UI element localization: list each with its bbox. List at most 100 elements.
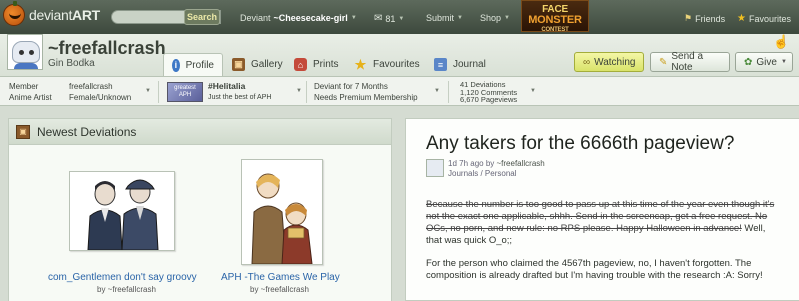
group-info: #Helitalia Just the best of APH [208,81,271,103]
group-desc: Just the best of APH [208,94,272,101]
messages-link[interactable]: ✉ 81 ▼ [374,13,404,24]
watching-button[interactable]: ∞ Watching [574,52,644,72]
avatar[interactable] [7,34,43,70]
watch-icon: ∞ [583,56,591,68]
envelope-icon: ✉ [374,13,383,24]
top-bar: deviantART Search Deviant ~Cheesecake-gi… [0,0,799,34]
deviantart-logo[interactable]: deviantART [3,1,100,26]
submit-label: Submit [426,13,455,23]
member-label: Member [9,82,39,91]
gender-value: Female/Unknown [69,93,132,102]
favourites-label: Favourites [748,13,791,24]
chevron-down-icon[interactable]: ▼ [145,88,151,94]
shop-link[interactable]: Shop ▼ [480,13,510,23]
gallery-icon: ▣ [232,58,245,71]
deviation-thumbnail[interactable] [69,171,175,251]
friends-label: Friends [695,13,726,24]
deviation-title[interactable]: APH -The Games We Play [221,272,340,283]
journal-author[interactable]: ~freefallcrash [497,159,545,168]
chevron-down-icon: ▼ [504,15,510,21]
journal-category[interactable]: Journals [448,169,478,178]
panel-header: ▣ Newest Deviations [9,119,391,145]
journal-subcategory[interactable]: Personal [485,169,517,178]
frame-icon: ▣ [16,124,30,139]
user-prefix: Deviant [240,13,271,23]
membership: Needs Premium Membership [314,93,418,102]
tab-prints[interactable]: ⌂ Prints [286,53,347,76]
chevron-down-icon[interactable]: ▼ [296,88,302,94]
tab-journal[interactable]: ≡ Journal [426,53,494,76]
deviant-info: Deviant for 7 Months Needs Premium Membe… [314,81,418,103]
journal-time: 1d 7h ago by [448,159,495,168]
send-note-label: Send a Note [671,51,704,73]
tab-gallery[interactable]: ▣ Gallery [224,53,291,76]
aph-artwork [242,160,322,265]
tab-label: Profile [185,59,214,71]
deviation-author[interactable]: by ~freefallcrash [97,285,156,294]
contest-banner[interactable]: FACE MONSTER CONTEST [521,0,589,33]
prints-icon: ⌂ [294,58,307,71]
logo-left-text: deviant [29,7,73,23]
journal-title[interactable]: Any takers for the 6666th pageview? [426,133,734,155]
search-button[interactable]: Search [184,9,220,25]
chevron-down-icon: ▼ [457,15,463,21]
pumpkin-icon [3,1,25,26]
gift-icon: ✿ [744,56,753,68]
deviation-thumbnail[interactable] [241,159,323,265]
journal-struck-text: Because the number is too good to pass u… [426,199,775,234]
deviation-title[interactable]: com_Gentlemen don't say groovy [48,272,197,283]
gentlemen-artwork [70,172,174,251]
logo-right-text: ART [72,7,100,23]
tab-favourites[interactable]: ★ Favourites [346,53,428,76]
role-label: Anime Artist [9,93,52,102]
chevron-down-icon: ▼ [350,15,357,21]
pageviews-count: 6,670 Pageviews [460,95,518,104]
friends-icon: ⚑ [684,13,693,23]
chevron-down-icon[interactable]: ▼ [530,88,536,94]
send-note-button[interactable]: ✎ Send a Note [650,51,730,73]
deviation-author[interactable]: by ~freefallcrash [250,285,309,294]
group-thumbnail[interactable]: greatest APH [167,82,203,102]
profile-header: ~freefallcrash Gin Bodka i Profile ▣ Gal… [0,34,799,76]
submit-link[interactable]: Submit ▼ [426,13,463,23]
user-menu[interactable]: Deviant ~Cheesecake-girl ▼ [240,13,357,23]
group-name[interactable]: #Helitalia [208,81,271,92]
give-button[interactable]: ✿ Give ▼ [735,52,793,72]
panel-title: Newest Deviations [37,124,137,139]
member-info: Member Anime Artist [9,81,52,103]
chevron-down-icon: ▼ [780,59,787,65]
chevron-down-icon: ▼ [398,15,405,22]
journal-paragraph: For the person who claimed the 4567th pa… [426,258,763,281]
journal-meta: 1d 7h ago by ~freefallcrash Journals / P… [448,159,545,178]
member-details: freefallcrash Female/Unknown [69,81,131,103]
tab-profile[interactable]: i Profile [163,53,223,76]
stats-info: 41 Deviations 1,120 Comments 6,670 Pagev… [460,81,517,104]
hand-icon[interactable]: ☝ [773,34,789,50]
profile-name: ~freefallcrash [48,38,166,58]
shop-label: Shop [480,13,502,23]
member-value: freefallcrash [69,82,113,91]
tab-label: Favourites [373,59,420,70]
journal-avatar[interactable] [426,159,444,177]
tab-label: Gallery [251,59,283,70]
give-label: Give [756,56,777,68]
newest-deviations-panel: ▣ Newest Deviations com_Gentlemen don't … [8,118,392,301]
deviant-for: Deviant for 7 Months [314,82,388,91]
info-icon: i [172,58,180,72]
tab-label: Prints [313,59,339,70]
watching-label: Watching [594,56,636,68]
star-icon: ★ [354,56,367,72]
star-icon: ★ [737,13,746,24]
note-icon: ✎ [659,56,668,68]
journal-panel: Any takers for the 6666th pageview? 1d 7… [405,118,799,301]
info-strip: Member Anime Artist freefallcrash Female… [0,76,799,106]
messages-count: 81 [385,13,396,24]
friends-link[interactable]: ⚑ Friends [684,13,725,24]
journal-icon: ≡ [434,58,447,71]
chevron-down-icon[interactable]: ▼ [434,88,440,94]
journal-body: Because the number is too good to pass u… [426,199,781,293]
favourites-link[interactable]: ★ Favourites [737,13,791,24]
profile-subname: Gin Bodka [48,58,95,69]
contest-line2: MONSTER [528,14,582,26]
user-name[interactable]: ~Cheesecake-girl [274,13,348,23]
